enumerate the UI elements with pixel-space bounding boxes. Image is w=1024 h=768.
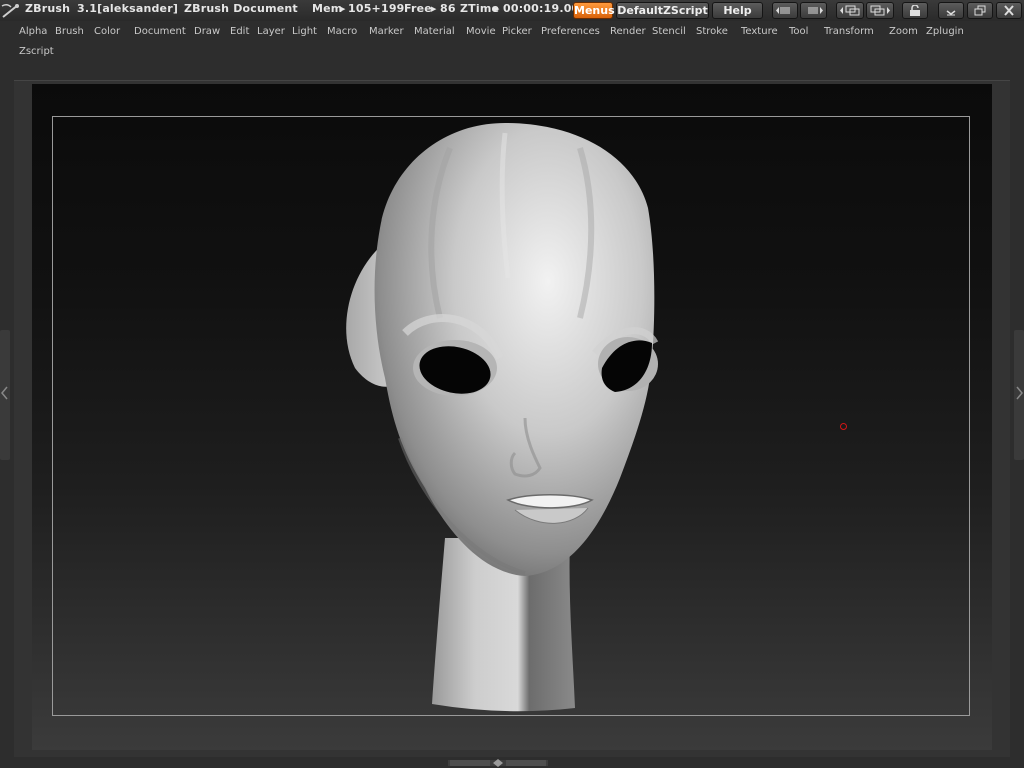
menus-button[interactable]: Menus xyxy=(573,2,615,19)
arrow-right-icon: ▶ xyxy=(431,5,437,13)
right-tray-tab[interactable] xyxy=(1014,330,1024,460)
version-user: 3.1[aleksander] xyxy=(77,2,179,15)
scroll-left-button[interactable] xyxy=(772,2,798,19)
sculpt-model[interactable] xyxy=(330,118,690,718)
layout-prev-icon xyxy=(840,5,860,16)
menu-stencil[interactable]: Stencil xyxy=(652,26,686,37)
app-name: ZBrush xyxy=(25,2,71,15)
menu-color[interactable]: Color xyxy=(94,26,120,37)
restore-button[interactable] xyxy=(967,2,993,19)
left-tray-tab[interactable] xyxy=(0,330,10,460)
minimize-icon xyxy=(946,10,956,16)
menu-transform[interactable]: Transform xyxy=(824,26,874,37)
menu-macro[interactable]: Macro xyxy=(327,26,357,37)
default-zscript-button[interactable]: DefaultZScript xyxy=(616,2,709,19)
menu-draw[interactable]: Draw xyxy=(194,26,220,37)
menu-material[interactable]: Material xyxy=(414,26,455,37)
menu-zscript[interactable]: Zscript xyxy=(19,46,54,57)
minimize-button[interactable] xyxy=(938,2,964,19)
help-button[interactable]: Help xyxy=(712,2,763,19)
menu-render[interactable]: Render xyxy=(610,26,646,37)
mem-label: Mem xyxy=(312,2,343,15)
scroll-right-icon xyxy=(808,7,823,14)
menu-preferences[interactable]: Preferences xyxy=(541,26,600,37)
menu-alpha[interactable]: Alpha xyxy=(19,26,47,37)
title-bar: ZBrush 3.1[aleksander] ZBrush Document M… xyxy=(0,0,1024,21)
menu-tool[interactable]: Tool xyxy=(789,26,808,37)
lock-icon xyxy=(910,5,920,16)
arrow-right-icon: ▶ xyxy=(340,5,346,13)
free-value: 86 xyxy=(440,2,456,15)
layout-next-icon xyxy=(870,5,890,16)
brush-cursor-icon xyxy=(840,423,847,430)
lock-button[interactable] xyxy=(902,2,928,19)
menu-stroke[interactable]: Stroke xyxy=(696,26,728,37)
menu-zoom[interactable]: Zoom xyxy=(889,26,918,37)
menu-movie[interactable]: Movie xyxy=(466,26,496,37)
menu-edit[interactable]: Edit xyxy=(230,26,249,37)
menu-bar: Alpha Brush Color Document Draw Edit Lay… xyxy=(0,22,1024,62)
chevron-right-icon xyxy=(1016,386,1023,400)
menu-light[interactable]: Light xyxy=(292,26,317,37)
mem-value: 105+199 xyxy=(348,2,405,15)
free-label: Free xyxy=(404,2,432,15)
scroll-right-button[interactable] xyxy=(800,2,827,19)
ztime-value: 00:00:19.00 xyxy=(503,2,580,15)
menu-brush[interactable]: Brush xyxy=(55,26,84,37)
layout-prev-button[interactable] xyxy=(836,2,864,19)
document-title: ZBrush Document xyxy=(184,2,298,15)
menu-layer[interactable]: Layer xyxy=(257,26,285,37)
close-button[interactable] xyxy=(996,2,1022,19)
chevron-left-icon xyxy=(1,386,8,400)
layout-next-button[interactable] xyxy=(866,2,894,19)
menu-texture[interactable]: Texture xyxy=(741,26,778,37)
menu-zplugin[interactable]: Zplugin xyxy=(926,26,964,37)
scroll-left-icon xyxy=(776,7,790,14)
menu-picker[interactable]: Picker xyxy=(502,26,532,37)
menu-document[interactable]: Document xyxy=(134,26,186,37)
restore-icon xyxy=(974,5,986,16)
close-icon xyxy=(1004,5,1014,16)
arrow-right-icon: ▶ xyxy=(494,5,500,13)
menu-marker[interactable]: Marker xyxy=(369,26,404,37)
bottom-tray-handle[interactable] xyxy=(448,758,548,768)
zbrush-logo-icon xyxy=(1,3,19,18)
